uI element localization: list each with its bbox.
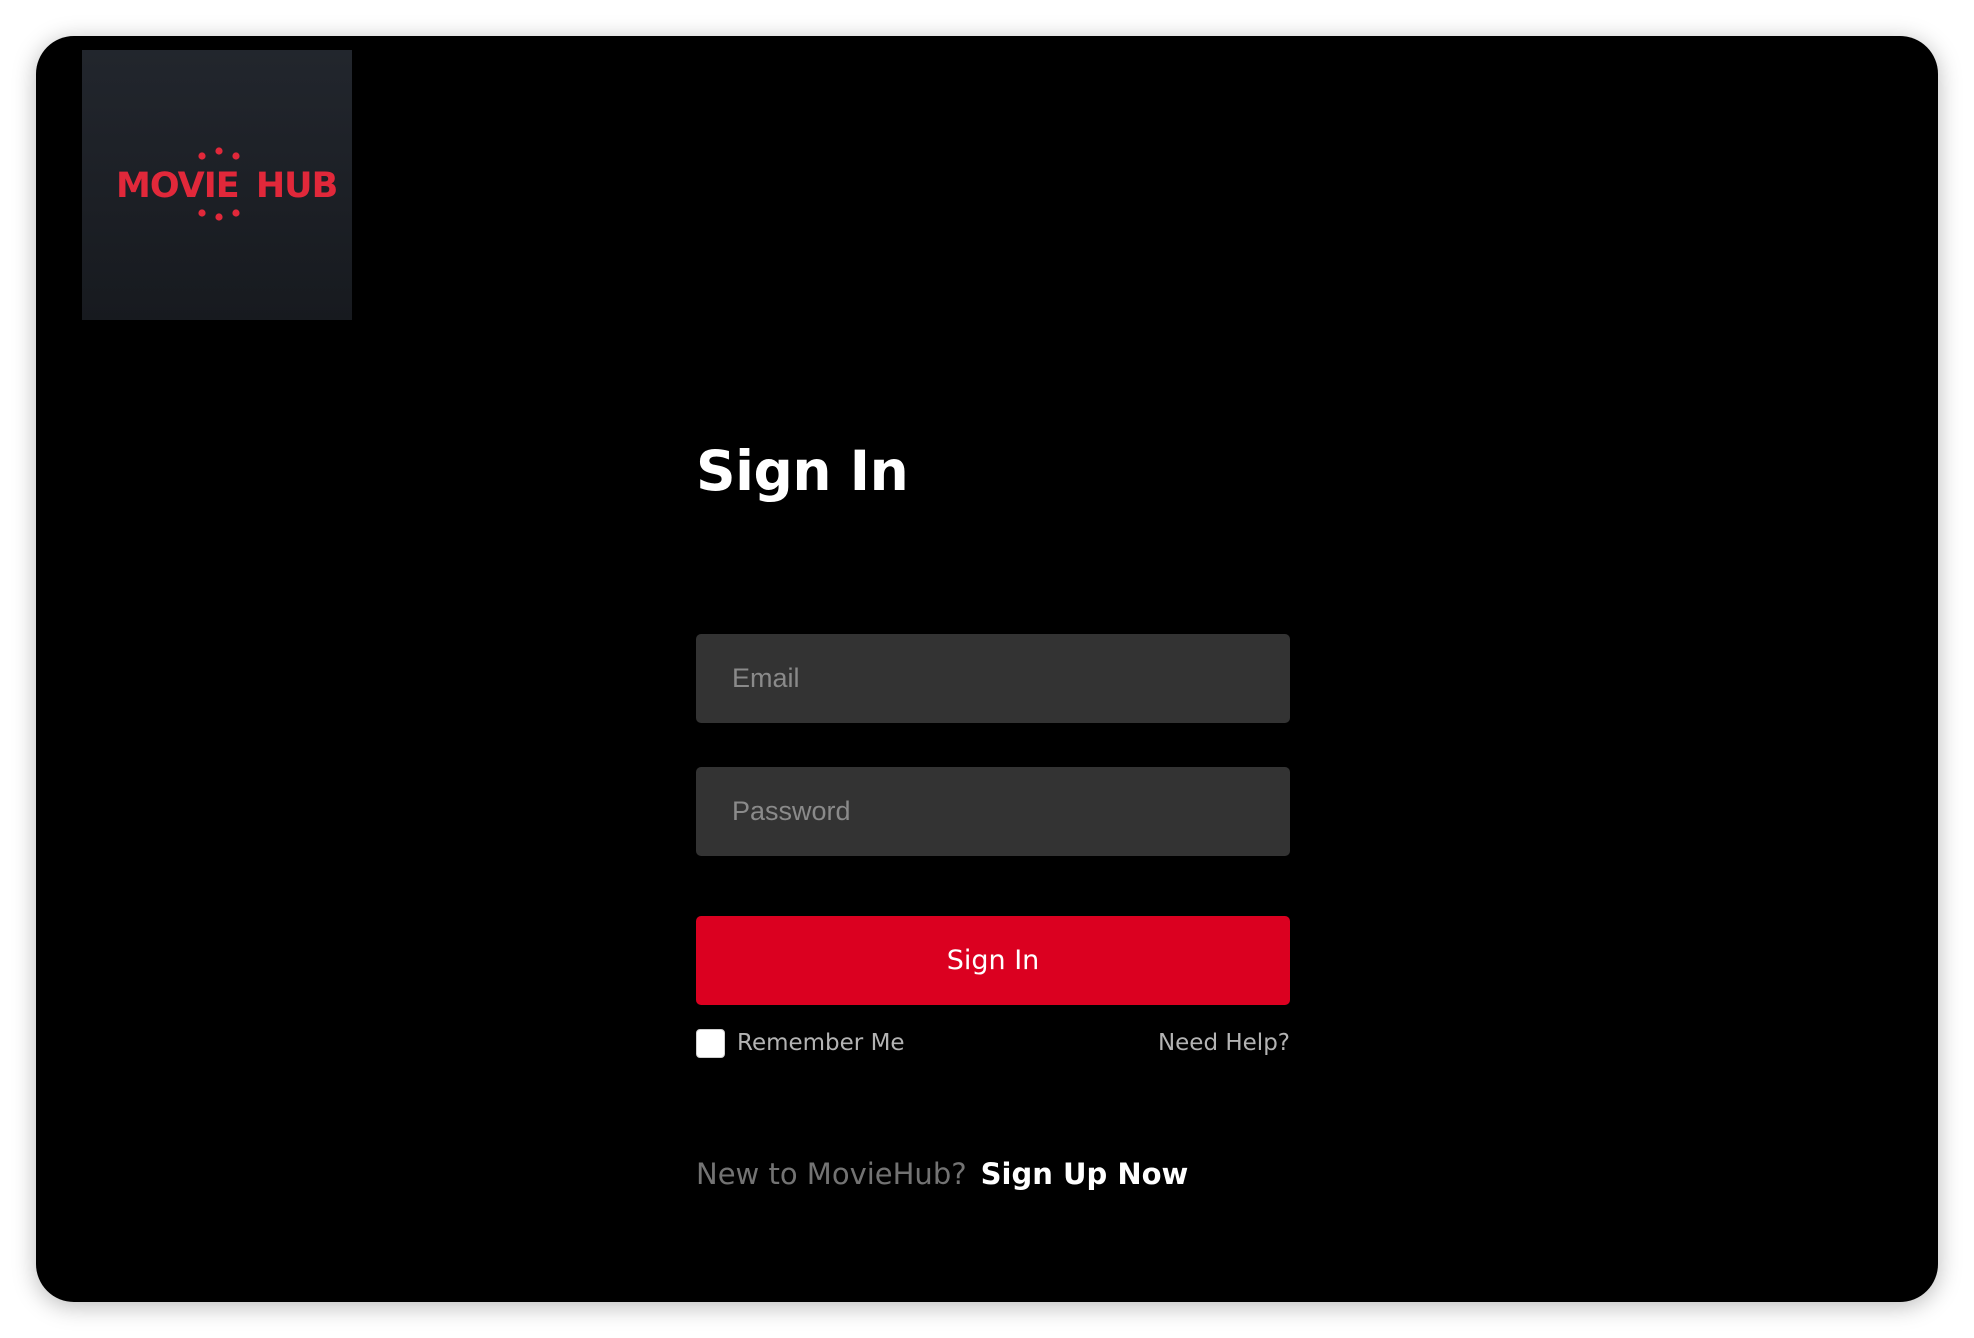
signup-row: New to MovieHub? Sign Up Now xyxy=(696,1154,1188,1194)
logo-dots-top xyxy=(198,147,240,160)
app-window: MOVIE HUB Sign In Sign In Remember Me Ne… xyxy=(36,36,1938,1302)
logo-dots-bottom xyxy=(198,209,240,221)
signup-prompt: New to MovieHub? xyxy=(696,1157,967,1191)
movie-hub-logo-icon: MOVIE HUB xyxy=(116,147,338,221)
sign-in-button[interactable]: Sign In xyxy=(696,916,1290,1005)
logo-text: MOVIE HUB xyxy=(116,166,337,206)
remember-me-label[interactable]: Remember Me xyxy=(737,1030,905,1056)
sign-up-now-link[interactable]: Sign Up Now xyxy=(981,1157,1189,1191)
page-title: Sign In xyxy=(696,439,909,503)
remember-me: Remember Me xyxy=(696,1027,905,1059)
signin-form: Sign In Sign In Remember Me Need Help? N… xyxy=(696,436,1290,1191)
remember-me-checkbox[interactable] xyxy=(696,1028,725,1058)
password-input[interactable] xyxy=(696,767,1290,856)
email-input[interactable] xyxy=(696,634,1290,723)
need-help-link[interactable]: Need Help? xyxy=(1158,1027,1290,1059)
logo[interactable]: MOVIE HUB xyxy=(82,50,352,320)
